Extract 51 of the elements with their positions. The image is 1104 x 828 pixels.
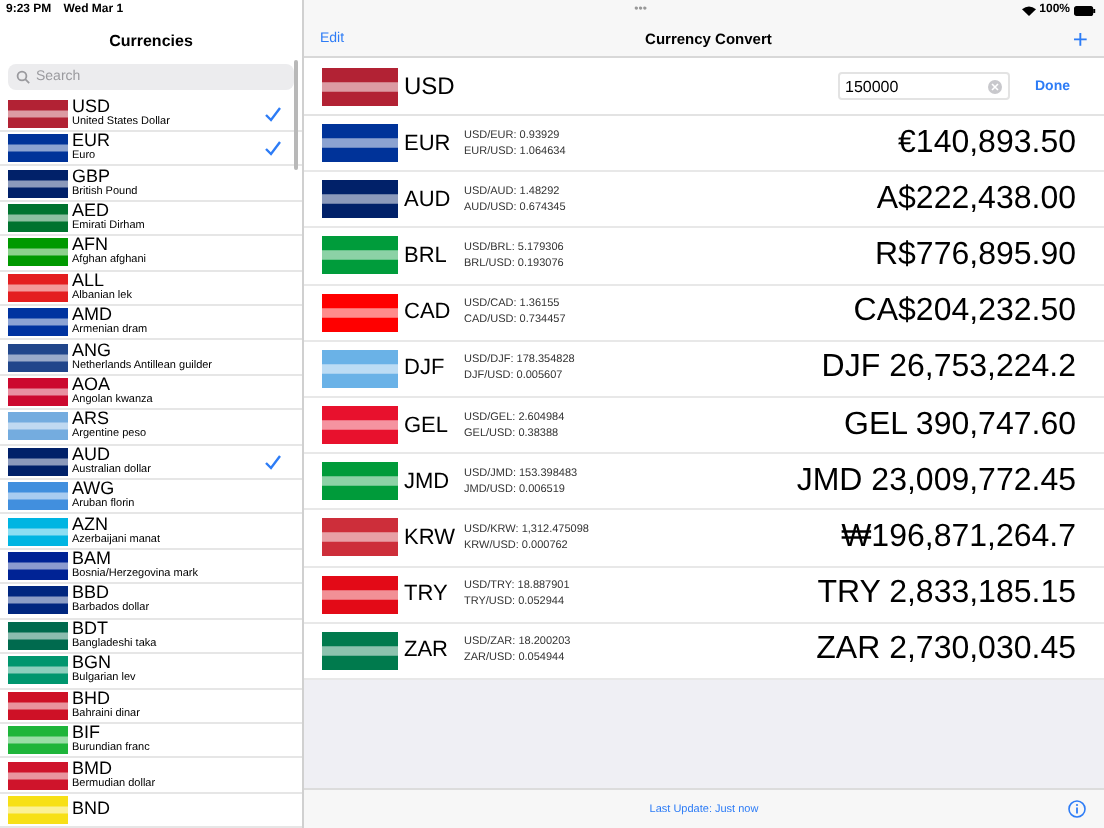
currency-code: JMD bbox=[404, 469, 452, 494]
battery-icon bbox=[1074, 5, 1096, 15]
currency-code: GBP bbox=[72, 167, 113, 186]
scroll-indicator bbox=[294, 60, 298, 170]
currency-code: TRY bbox=[404, 582, 450, 607]
sidebar-title: Currencies bbox=[107, 29, 195, 54]
currency-code: BAM bbox=[72, 550, 112, 569]
converted-amount: DJF 26,753,224.2 bbox=[821, 350, 1076, 387]
currency-code: AFN bbox=[72, 236, 110, 255]
wifi-icon bbox=[1021, 5, 1036, 15]
currency-code: USD bbox=[72, 97, 113, 116]
currency-code: BRL bbox=[404, 243, 449, 268]
converted-amount: TRY 2,833,185.15 bbox=[817, 576, 1076, 613]
currency-code: ALL bbox=[72, 271, 107, 290]
converted-amount: R$776,895.90 bbox=[874, 237, 1076, 274]
converted-amount: JMD 23,009,772.45 bbox=[796, 463, 1076, 500]
currency-code: ZAR bbox=[404, 638, 450, 663]
currency-code: AMD bbox=[72, 306, 112, 325]
currency-code: BBD bbox=[72, 584, 110, 603]
info-icon[interactable] bbox=[1068, 800, 1086, 818]
currency-code: CAD bbox=[404, 300, 452, 325]
currency-code: DJF bbox=[404, 356, 447, 381]
currency-code: ARS bbox=[72, 410, 110, 429]
currency-code: AUD bbox=[72, 445, 113, 464]
currency-code: AUD bbox=[404, 187, 452, 212]
currency-code: AED bbox=[72, 202, 110, 221]
currency-code: EUR bbox=[72, 132, 113, 151]
currency-code: BHD bbox=[72, 689, 113, 708]
currency-code: EUR bbox=[404, 131, 452, 156]
currency-code: AZN bbox=[72, 515, 110, 534]
currency-code: BGN bbox=[72, 654, 112, 673]
currency-code: BMD bbox=[72, 759, 114, 778]
search-icon bbox=[16, 69, 30, 84]
converted-amount: GEL 390,747.60 bbox=[844, 407, 1076, 444]
currency-code: BDT bbox=[72, 619, 110, 638]
converted-amount: ZAR 2,730,030.45 bbox=[816, 632, 1076, 669]
currency-code: ANG bbox=[72, 341, 114, 360]
currency-code: KRW bbox=[404, 525, 452, 550]
currency-code: BIF bbox=[72, 724, 101, 743]
converted-amount: CA$204,232.50 bbox=[853, 294, 1076, 331]
amount-input[interactable]: 150000 bbox=[837, 72, 1009, 100]
add-button[interactable]: + bbox=[1072, 25, 1088, 51]
currency-code: AWG bbox=[72, 480, 115, 499]
converted-amount: €140,893.50 bbox=[898, 125, 1076, 162]
currency-row[interactable]: BND bbox=[0, 793, 302, 828]
currency-code: AOA bbox=[72, 376, 111, 395]
currency-code: GEL bbox=[404, 413, 451, 438]
converted-amount: ₩196,871,264.7 bbox=[841, 519, 1076, 556]
currency-code: BND bbox=[72, 800, 113, 819]
currency-code: USD bbox=[404, 72, 457, 100]
converted-amount: A$222,438.00 bbox=[876, 181, 1076, 218]
